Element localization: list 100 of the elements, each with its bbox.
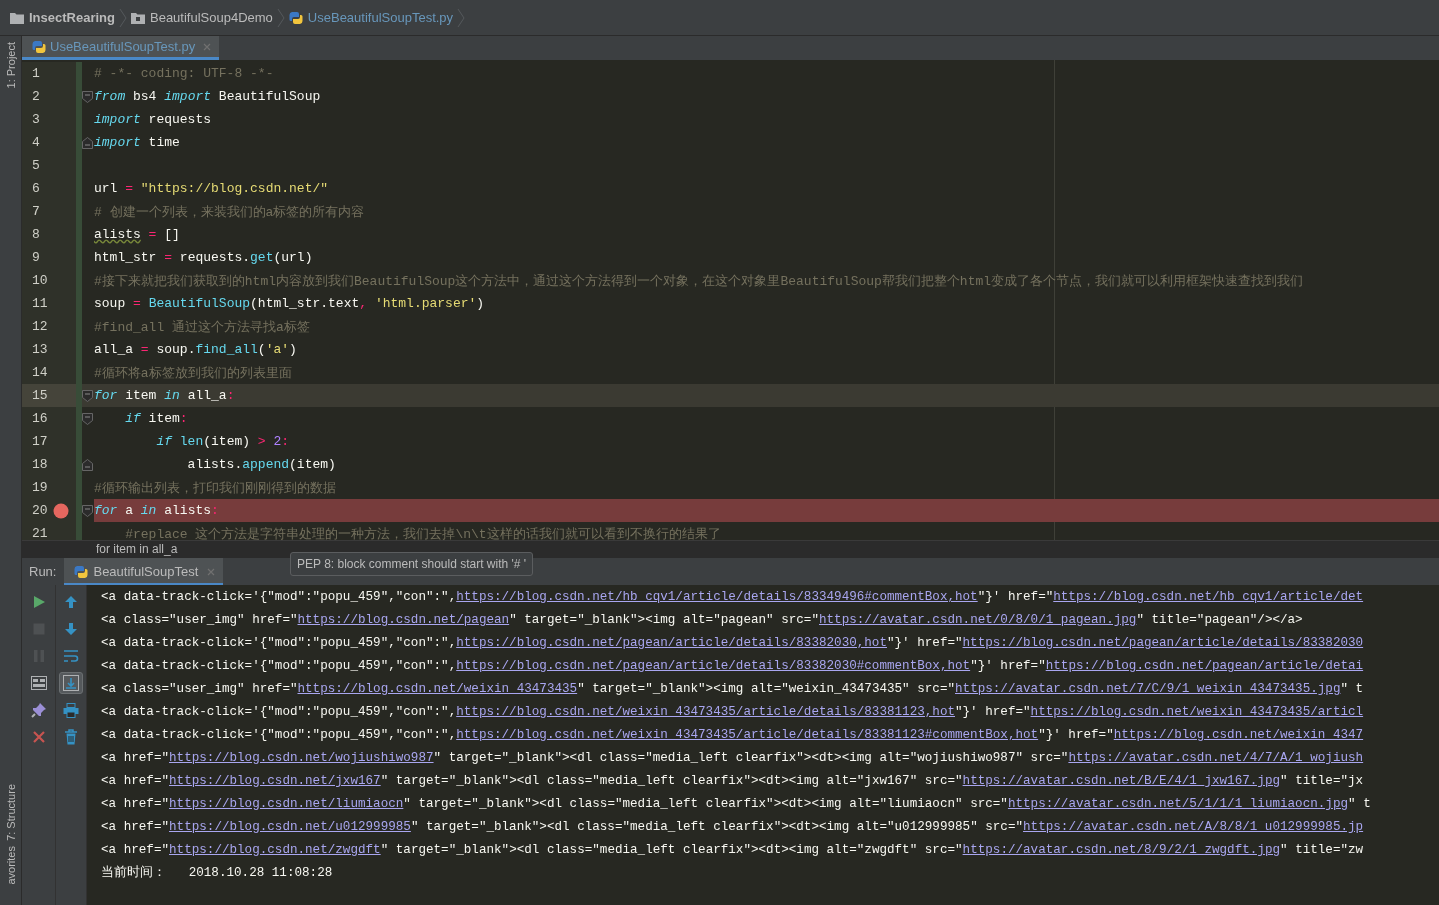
console-link[interactable]: https://blog.csdn.net/pagean/article/details/83382030,hot [456, 636, 887, 650]
fold-icon[interactable] [82, 136, 93, 149]
breakpoint-icon[interactable] [53, 502, 69, 519]
console-link[interactable]: https://blog.csdn.net/hb_cqv1/article/det [1053, 590, 1364, 604]
line-number: 11 [31, 296, 49, 311]
python-icon [74, 564, 89, 579]
breadcrumb-item[interactable]: InsectRearing [10, 10, 115, 25]
console-text: "}' href=" [1038, 728, 1114, 742]
console-text: " target="_blank"><dl class="media_left clearfix"><dt><img alt="wojiushiwo987" src=" [433, 751, 1069, 765]
code-line: if len(item) > 2: [155, 434, 290, 449]
fold-icon[interactable] [82, 90, 93, 103]
console-link[interactable]: https://blog.csdn.net/pagean [297, 613, 510, 627]
breadcrumb-item[interactable]: BeautifulSoup4Demo [131, 10, 273, 25]
tooltip: PEP 8: block comment should start with '# ' [290, 552, 534, 576]
console-link[interactable]: https://blog.csdn.net/pagean/article/details/83382030 [962, 636, 1364, 650]
folder-icon [131, 11, 145, 24]
line-number: 18 [31, 457, 49, 472]
code-line: url = "https://blog.csdn.net/" [94, 181, 329, 196]
line-number: 15 [31, 388, 49, 403]
line-number: 9 [31, 250, 41, 265]
code-line: from bs4 import BeautifulSoup [94, 89, 321, 104]
favorites-tool-tab[interactable]: avorites [4, 846, 17, 905]
console-text: <a class="user_img" href=" [101, 682, 298, 696]
console-link[interactable]: https://avatar.csdn.net/5/1/1/1_liumiaocn.jpg [1007, 797, 1349, 811]
fold-icon[interactable] [82, 504, 93, 517]
line-number: 1 [31, 66, 41, 81]
line-number: 13 [31, 342, 49, 357]
code-comment: #循环将a标签放到我们的列表里面 [94, 364, 292, 382]
console-link[interactable]: https://blog.csdn.net/u012999985 [169, 820, 411, 834]
console-text: " target="_blank"><img alt="weixin_43473435" src=" [577, 682, 955, 696]
console-text: <a href=" [101, 797, 170, 811]
code-line: if item: [124, 411, 188, 426]
console-link[interactable]: https://blog.csdn.net/pagean/article/detai [1045, 659, 1364, 673]
console-text: " title="pagean"/></a> [1136, 613, 1303, 627]
console-text: <a data-track-click='{"mod":"popu_459","con":", [101, 728, 457, 742]
console-link[interactable]: https://blog.csdn.net/weixin_43473435/article/details/83381123,hot [456, 705, 955, 719]
console-link[interactable]: https://blog.csdn.net/weixin_43473435/articl [1030, 705, 1364, 719]
line-number: 4 [31, 135, 41, 150]
line-number: 3 [31, 112, 41, 127]
line-number: 20 [31, 503, 49, 518]
line-number: 7 [31, 204, 41, 219]
run-tab[interactable]: BeautifulSoupTest [64, 558, 224, 585]
console-text: <a href=" [101, 820, 170, 834]
line-number: 16 [31, 411, 49, 426]
line-number: 8 [31, 227, 41, 242]
code-line: for item in all_a: [94, 388, 235, 403]
console-link[interactable]: https://blog.csdn.net/jxw167 [169, 774, 381, 788]
console-link[interactable]: https://avatar.csdn.net/4/7/A/1_wojiush [1068, 751, 1364, 765]
console-text: <a href=" [101, 774, 170, 788]
python-file-icon [32, 39, 46, 54]
console-link[interactable]: https://blog.csdn.net/weixin_43473435/article/details/83381123#commentBox,hot [456, 728, 1039, 742]
code-line: alists.append(item) [186, 457, 336, 472]
code-line: for a in alists: [94, 503, 219, 518]
console-text: " target="_blank"><img alt="pagean" src=" [509, 613, 819, 627]
code-breadcrumb[interactable]: for item in all_a [96, 542, 178, 556]
console-link[interactable]: https://avatar.csdn.net/A/8/8/1_u012999985.jp [1023, 820, 1364, 834]
console-link[interactable]: https://blog.csdn.net/liumiaocn [169, 797, 404, 811]
console-text: <a class="user_img" href=" [101, 613, 298, 627]
code-comment: #find_all 通过这个方法寻找a标签 [94, 318, 310, 336]
line-number: 21 [31, 526, 49, 540]
fold-icon[interactable] [82, 389, 93, 402]
code-line: import requests [94, 112, 212, 127]
console-link[interactable]: https://blog.csdn.net/wojiushiwo987 [169, 751, 434, 765]
console-link[interactable]: https://blog.csdn.net/hb_cqv1/article/details/83349496#commentBox,hot [456, 590, 978, 604]
console-text: " t [1348, 797, 1371, 811]
fold-icon[interactable] [82, 458, 93, 471]
console-link[interactable]: https://avatar.csdn.net/8/9/2/1_zwgdft.jpg [962, 843, 1280, 857]
project-tool-tab[interactable]: 1: Project [4, 36, 17, 95]
console-text: " target="_blank"><dl class="media_left clearfix"><dt><img alt="jxw167" src=" [380, 774, 963, 788]
code-line: soup = BeautifulSoup(html_str.text, 'html.parser') [94, 296, 485, 311]
console-link[interactable]: https://blog.csdn.net/weixin_4347 [1113, 728, 1364, 742]
console-text: <a data-track-click='{"mod":"popu_459","con":", [101, 590, 457, 604]
line-number: 17 [31, 434, 49, 449]
line-number: 10 [31, 273, 49, 288]
structure-tool-tab[interactable]: 7: Structure [4, 777, 17, 847]
console-link[interactable]: https://avatar.csdn.net/B/E/4/1_jxw167.jpg [962, 774, 1280, 788]
console-link[interactable]: https://blog.csdn.net/zwgdft [169, 843, 381, 857]
run-label: Run: [28, 564, 58, 579]
code-comment: #循环输出列表，打印我们刚刚得到的数据 [94, 479, 336, 497]
python-file-icon [288, 10, 303, 25]
line-number: 14 [31, 365, 49, 380]
console-text: "}' href=" [977, 590, 1054, 604]
console-link[interactable]: https://avatar.csdn.net/0/8/0/1_pagean.jpg [819, 613, 1137, 627]
line-number: 2 [31, 89, 41, 104]
fold-icon[interactable] [82, 412, 93, 425]
breadcrumb-item[interactable]: UseBeautifulSoupTest.py [288, 10, 454, 25]
line-number: 19 [31, 480, 49, 495]
scroll-to-end-icon[interactable] [59, 672, 83, 694]
folder-icon [10, 11, 24, 24]
console-link[interactable]: https://avatar.csdn.net/7/C/9/1_weixin_43473435.jpg [955, 682, 1341, 696]
line-number: 12 [31, 319, 49, 334]
console-text: " title="zw [1280, 843, 1364, 857]
console-link[interactable]: https://blog.csdn.net/weixin_43473435 [297, 682, 578, 696]
close-icon[interactable] [207, 567, 216, 576]
console-link[interactable]: https://blog.csdn.net/pagean/article/details/83382030#commentBox,hot [456, 659, 971, 673]
code-line: import time [94, 135, 180, 150]
console-text: " target="_blank"><dl class="media_left clearfix"><dt><img alt="u012999985" src=" [410, 820, 1024, 834]
code-comment: # -*- coding: UTF-8 -*- [94, 66, 274, 81]
close-icon[interactable] [203, 42, 212, 51]
console-text: <a href=" [101, 843, 170, 857]
